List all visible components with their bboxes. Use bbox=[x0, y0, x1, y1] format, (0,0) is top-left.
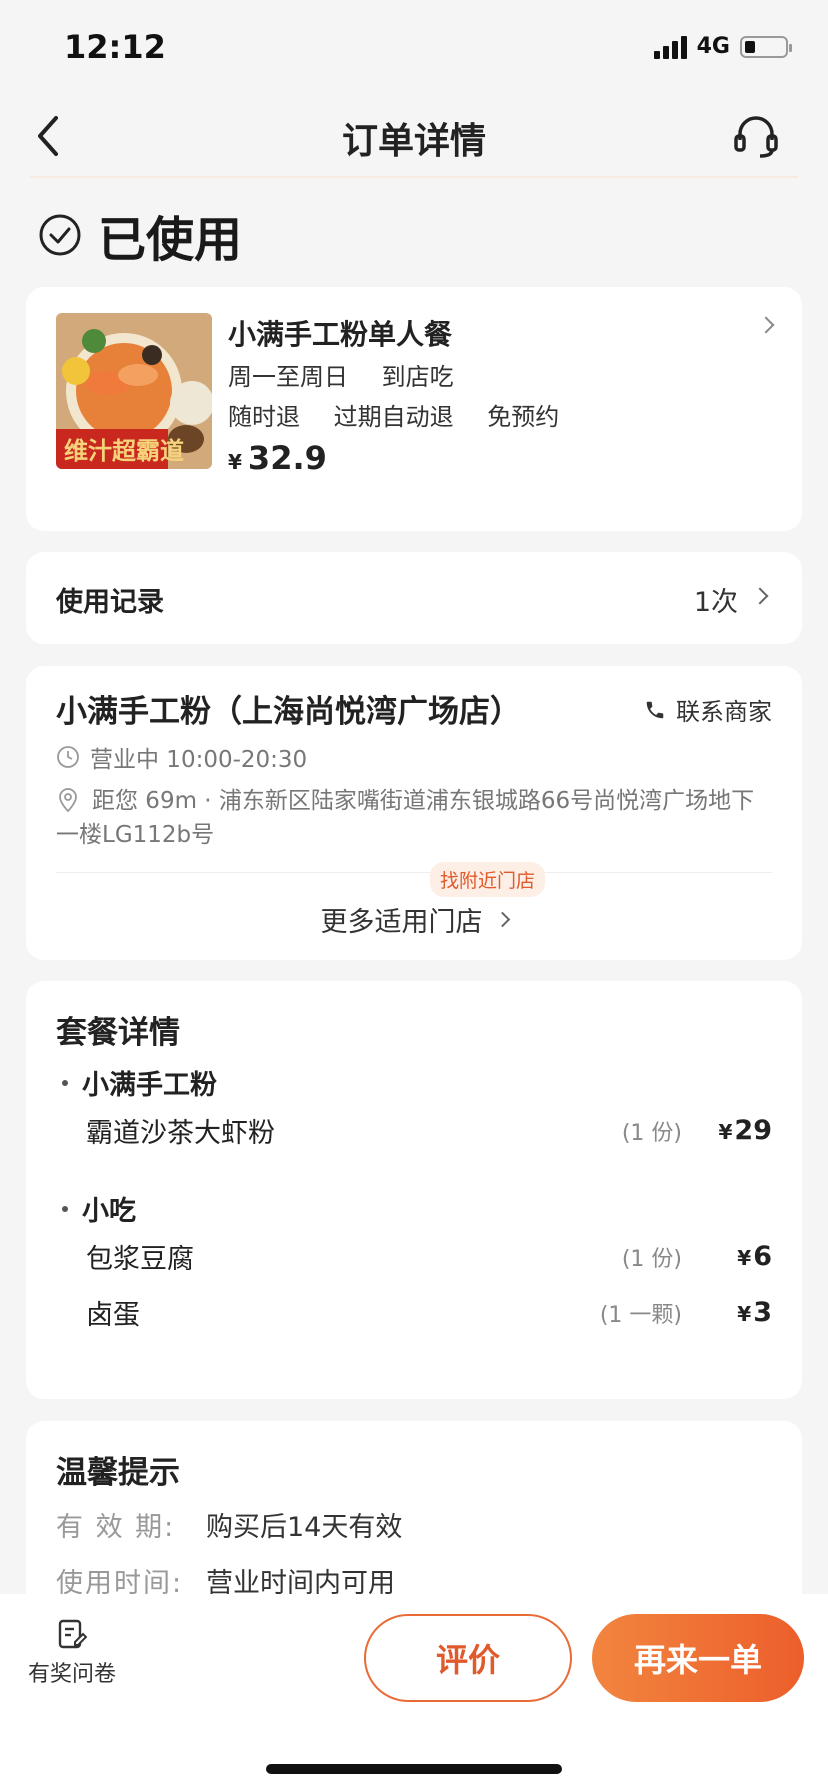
home-indicator bbox=[266, 1764, 562, 1774]
battery-level bbox=[745, 40, 755, 53]
review-button[interactable]: 评价 bbox=[364, 1614, 572, 1702]
item-price-value: 6 bbox=[753, 1241, 772, 1272]
store-hours-text: 营业中 10:00-20:30 bbox=[90, 747, 308, 773]
currency-symbol: ¥ bbox=[737, 1246, 752, 1270]
product-card[interactable]: 维汁超霸道 小满手工粉单人餐 周一至周日 到店吃 随时退 过期自动退 免预约 ¥… bbox=[26, 287, 802, 531]
usage-records-row[interactable]: 使用记录 1次 bbox=[26, 552, 802, 644]
item-quantity: (1 份) bbox=[621, 1246, 682, 1272]
svg-text:维汁超霸道: 维汁超霸道 bbox=[64, 437, 184, 465]
tip-row: 有 效 期: 购买后14天有效 bbox=[56, 1505, 402, 1544]
store-hours: 营业中 10:00-20:30 bbox=[56, 740, 307, 774]
chevron-right-icon bbox=[494, 911, 510, 928]
nav-divider bbox=[30, 176, 798, 178]
product-tags: 随时退 过期自动退 免预约 bbox=[228, 397, 585, 432]
more-stores-link[interactable]: 更多适用门店 bbox=[320, 900, 510, 939]
chevron-right-icon bbox=[751, 587, 769, 605]
item-price: ¥6 bbox=[682, 1241, 772, 1272]
currency-symbol: ¥ bbox=[718, 1120, 733, 1144]
section-title: 套餐详情 bbox=[56, 1015, 180, 1051]
survey-label: 有奖问卷 bbox=[27, 1662, 116, 1687]
customer-service-button[interactable] bbox=[728, 108, 784, 164]
item-name: 卤蛋 bbox=[86, 1300, 140, 1331]
product-photo: 维汁超霸道 bbox=[56, 313, 212, 469]
bullet-dot bbox=[62, 1205, 68, 1212]
nav-bar: 订单详情 bbox=[0, 96, 828, 180]
headset-icon bbox=[734, 116, 778, 158]
item-price: ¥3 bbox=[682, 1297, 772, 1328]
tip-key: 有 效 期: bbox=[56, 1512, 176, 1543]
item-price-value: 3 bbox=[753, 1297, 772, 1328]
order-status: 已使用 bbox=[38, 200, 242, 270]
network-type: 4G bbox=[696, 34, 730, 59]
package-item: 霸道沙茶大虾粉 (1 份) ¥29 bbox=[86, 1111, 772, 1150]
bullet-dot bbox=[62, 1079, 68, 1086]
section-title: 温馨提示 bbox=[56, 1455, 180, 1491]
product-name: 小满手工粉单人餐 bbox=[228, 318, 453, 351]
item-price: ¥29 bbox=[682, 1115, 773, 1146]
survey-button[interactable]: 有奖问卷 bbox=[22, 1618, 122, 1688]
battery-icon bbox=[740, 35, 792, 58]
item-quantity: (1 一颗) bbox=[599, 1302, 682, 1328]
nearby-stores-badge: 找附近门店 bbox=[430, 862, 546, 897]
page-title: 订单详情 bbox=[341, 121, 486, 162]
package-group: 小吃 bbox=[56, 1189, 136, 1228]
product-price: ¥32.9 bbox=[228, 439, 327, 477]
product-availability: 周一至周日 到店吃 bbox=[228, 357, 480, 392]
item-price-value: 29 bbox=[734, 1115, 772, 1146]
package-item: 包浆豆腐 (1 份) ¥6 bbox=[86, 1237, 772, 1276]
package-group-name: 小满手工粉 bbox=[82, 1070, 217, 1101]
product-tag: 过期自动退 bbox=[333, 403, 454, 431]
survey-icon bbox=[58, 1619, 87, 1649]
phone-icon bbox=[646, 701, 664, 718]
price-value: 32.9 bbox=[247, 439, 327, 477]
reorder-button[interactable]: 再来一单 bbox=[592, 1614, 804, 1702]
contact-merchant-label: 联系商家 bbox=[676, 698, 772, 726]
product-days: 周一至周日 bbox=[228, 363, 348, 391]
product-image: 维汁超霸道 bbox=[56, 313, 212, 469]
product-tag: 免预约 bbox=[487, 403, 560, 431]
bottom-action-bar: 有奖问卷 评价 再来一单 bbox=[0, 1594, 828, 1792]
item-name: 霸道沙茶大虾粉 bbox=[86, 1118, 275, 1149]
store-name: 小满手工粉（上海尚悦湾广场店） bbox=[56, 694, 521, 730]
package-group-name: 小吃 bbox=[82, 1196, 136, 1227]
package-group: 小满手工粉 bbox=[56, 1063, 217, 1102]
store-address: 距您 69m · 浦东新区陆家嘴街道浦东银城路66号尚悦湾广场地下一楼LG112… bbox=[56, 788, 755, 848]
currency-symbol: ¥ bbox=[228, 450, 242, 474]
package-details-card: 套餐详情 小满手工粉 霸道沙茶大虾粉 (1 份) ¥29 小吃 包浆豆腐 (1 … bbox=[26, 981, 802, 1399]
status-bar: 12:12 4G bbox=[0, 0, 828, 100]
clock-icon bbox=[57, 746, 79, 768]
store-card: 小满手工粉（上海尚悦湾广场店） 联系商家 营业中 10:00-20:30 距您 … bbox=[26, 666, 802, 960]
status-time: 12:12 bbox=[64, 28, 166, 66]
tip-value: 购买后14天有效 bbox=[206, 1512, 403, 1543]
status-indicators: 4G bbox=[653, 34, 792, 59]
currency-symbol: ¥ bbox=[737, 1302, 752, 1326]
product-dine-mode: 到店吃 bbox=[381, 363, 454, 391]
package-item: 卤蛋 (1 一颗) ¥3 bbox=[86, 1293, 772, 1332]
usage-records-label: 使用记录 bbox=[56, 587, 164, 618]
item-quantity: (1 份) bbox=[621, 1120, 682, 1146]
more-stores-label: 更多适用门店 bbox=[320, 907, 483, 938]
signal-icon bbox=[653, 35, 687, 59]
check-circle-icon bbox=[39, 214, 81, 256]
contact-merchant-button[interactable]: 联系商家 bbox=[644, 692, 772, 727]
order-status-text: 已使用 bbox=[98, 212, 243, 268]
divider bbox=[56, 872, 772, 873]
chevron-right-icon bbox=[757, 316, 775, 334]
item-name: 包浆豆腐 bbox=[86, 1244, 194, 1275]
usage-records-count: 1次 bbox=[693, 587, 738, 618]
product-tag: 随时退 bbox=[228, 403, 300, 431]
